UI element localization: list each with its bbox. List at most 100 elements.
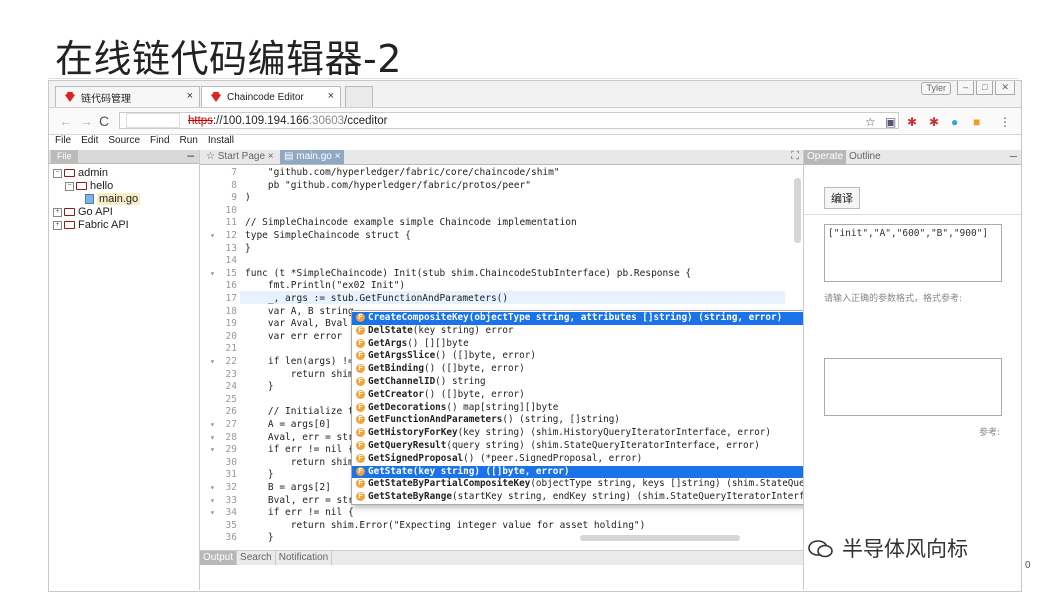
huawei-logo-icon	[64, 92, 76, 102]
close-icon[interactable]: ×	[328, 90, 334, 102]
tree-item-admin[interactable]: − admin	[53, 167, 108, 179]
huawei-logo-icon	[210, 92, 222, 102]
watermark-text: 半导体风向标	[842, 537, 968, 561]
extension-icon[interactable]: ✱	[929, 115, 939, 129]
tab-label: 链代码管理	[81, 93, 131, 105]
line-number: 12	[225, 230, 237, 241]
item-name: GetArgs	[368, 337, 408, 349]
line-number: 30	[225, 456, 237, 468]
file-tab[interactable]: File	[51, 150, 78, 163]
code-text: return shim.Error("Expecting integer val…	[245, 519, 646, 531]
line-number: 18	[225, 305, 237, 317]
new-tab-button[interactable]	[345, 86, 373, 107]
fold-arrow-icon[interactable]: ▾	[210, 507, 215, 520]
compile-button[interactable]: 编译	[824, 187, 860, 209]
line-number: 31	[225, 469, 237, 481]
tree-label: hello	[90, 180, 114, 192]
code-text: return shim.	[245, 456, 360, 468]
site-info-box[interactable]	[126, 113, 180, 129]
function-icon: F	[356, 351, 365, 361]
tab-start-page[interactable]: ☆ Start Page ×	[202, 150, 278, 164]
collapse-icon[interactable]: −	[65, 181, 74, 191]
tab-chaincode-management[interactable]: 链代码管理 ×	[55, 86, 200, 107]
fold-arrow-icon[interactable]: ▾	[210, 495, 215, 508]
forward-arrow-icon[interactable]: →	[79, 113, 93, 129]
function-icon: F	[356, 338, 365, 348]
extension-icon[interactable]: ✱	[907, 115, 917, 129]
close-icon[interactable]: ×	[187, 90, 193, 102]
tab-operate[interactable]: Operate	[804, 150, 847, 164]
code-text: }	[245, 242, 251, 254]
extension-icon[interactable]: ▣	[885, 115, 896, 129]
item-signature: () [][]byte	[407, 337, 469, 349]
item-name: GetSignedProposal	[368, 452, 464, 464]
code-text: type SimpleChaincode struct {	[245, 230, 411, 241]
collapse-icon[interactable]: −	[53, 168, 62, 178]
extension-icon[interactable]: ■	[973, 115, 980, 129]
reload-icon[interactable]: C	[99, 113, 109, 129]
fold-arrow-icon[interactable]: ▾	[210, 482, 215, 495]
extension-icon[interactable]: ●	[951, 115, 958, 129]
tree-label: admin	[78, 167, 108, 179]
tab-main-go[interactable]: ▤ main.go ×	[280, 150, 345, 164]
menu-file[interactable]: File	[55, 135, 71, 146]
back-arrow-icon[interactable]: ←	[59, 113, 73, 129]
fold-arrow-icon[interactable]: ▾	[210, 268, 215, 281]
code-text: A = args[0]	[245, 419, 331, 430]
line-number: 29	[225, 444, 237, 456]
item-signature: (query string) (shim.StateQueryIteratorI…	[446, 440, 760, 451]
item-name: GetState	[368, 465, 413, 477]
menu-kebab-icon[interactable]: ⋮	[999, 115, 1011, 129]
url-input[interactable]: https://100.109.194.166:30603/cceditor	[119, 112, 899, 129]
tree-item-fabric-api[interactable]: + Fabric API	[53, 219, 129, 231]
menu-run[interactable]: Run	[180, 135, 198, 146]
item-name: GetDecorations	[368, 401, 447, 413]
tab-search[interactable]: Search	[237, 551, 276, 565]
close-window-button[interactable]: ✕	[995, 81, 1015, 95]
expand-icon[interactable]: +	[53, 220, 62, 230]
expand-icon[interactable]: +	[53, 207, 62, 217]
menu-source[interactable]: Source	[108, 135, 140, 146]
minimize-panel-icon[interactable]: –	[1007, 149, 1020, 164]
code-text: }	[245, 469, 274, 481]
minimize-button[interactable]: –	[957, 81, 975, 95]
secondary-hint: 参考:	[979, 428, 1001, 438]
code-text: if err != nil {	[245, 444, 354, 456]
star-bookmark-icon[interactable]: ☆	[865, 115, 876, 129]
profile-button[interactable]: Tyler	[921, 82, 951, 95]
item-name: GetCreator	[368, 388, 424, 400]
fold-arrow-icon[interactable]: ▾	[210, 444, 215, 457]
fold-arrow-icon[interactable]: ▾	[210, 419, 215, 432]
line-number: 14	[225, 255, 237, 267]
tree-item-hello[interactable]: − hello	[65, 180, 113, 192]
args-input[interactable]: ["init","A","600","B","900"]	[824, 224, 1002, 282]
tab-chaincode-editor[interactable]: Chaincode Editor ×	[201, 86, 341, 107]
tree-item-main-go[interactable]: main.go	[85, 193, 141, 205]
function-icon: F	[356, 466, 365, 476]
vertical-scrollbar[interactable]	[794, 178, 801, 243]
minimize-panel-icon[interactable]: –	[187, 148, 194, 162]
menu-edit[interactable]: Edit	[81, 135, 98, 146]
fold-arrow-icon[interactable]: ▾	[210, 356, 215, 369]
code-text: _, args := stub.GetFunctionAndParameters…	[245, 293, 509, 304]
menu-install[interactable]: Install	[208, 135, 234, 146]
tab-outline[interactable]: Outline	[846, 150, 884, 164]
function-icon: F	[356, 402, 365, 412]
line-number: 34	[225, 507, 237, 519]
code-text: }	[245, 532, 274, 544]
maximize-button[interactable]: □	[976, 81, 994, 95]
tree-item-go-api[interactable]: + Go API	[53, 206, 113, 218]
line-number: 15	[225, 267, 237, 279]
line-number: 8	[231, 179, 237, 191]
tab-output[interactable]: Output	[200, 551, 238, 565]
horizontal-scrollbar[interactable]	[580, 535, 740, 541]
fold-arrow-icon[interactable]: ▾	[210, 432, 215, 445]
fullscreen-icon[interactable]: ⛶	[791, 150, 799, 163]
item-signature: (key string) ([]byte, error)	[412, 465, 570, 477]
menu-find[interactable]: Find	[150, 135, 169, 146]
fold-arrow-icon[interactable]: ▾	[210, 230, 215, 243]
panel-header: File –	[49, 148, 199, 164]
secondary-input[interactable]	[824, 358, 1002, 416]
tab-notification[interactable]: Notification	[276, 551, 333, 565]
tab-strip: 链代码管理 × Chaincode Editor × Tyler – □ ✕	[49, 81, 1021, 108]
